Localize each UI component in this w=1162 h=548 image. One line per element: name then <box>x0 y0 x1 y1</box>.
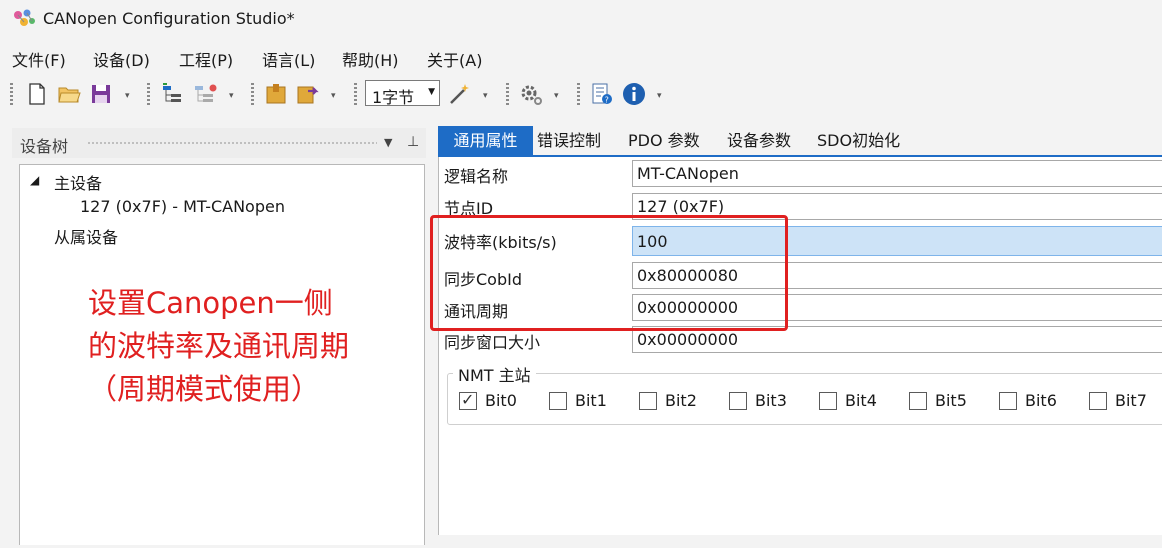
byte-size-value: 1字节 <box>372 88 415 107</box>
tree-item-slave[interactable]: 从属设备 <box>54 224 118 248</box>
save-icon[interactable] <box>89 82 113 106</box>
annotation-line: （周期模式使用） <box>88 372 321 406</box>
open-folder-icon[interactable] <box>57 82 81 106</box>
menu-project[interactable]: 工程(P) <box>179 47 233 71</box>
property-tabs: 通用属性 错误控制 PDO 参数 设备参数 SDO初始化 <box>438 126 1162 156</box>
remove-device-icon[interactable] <box>193 82 217 106</box>
menu-help[interactable]: 帮助(H) <box>342 47 399 71</box>
tree-item-master-node[interactable]: 127 (0x7F) - MT-CANopen <box>80 197 285 216</box>
checkbox-label: Bit3 <box>755 391 787 410</box>
checkbox-bit5[interactable] <box>909 392 927 410</box>
tree-item-master[interactable]: 主设备 <box>54 170 102 194</box>
save-dropdown-icon[interactable]: ▾ <box>125 91 130 101</box>
new-file-icon[interactable] <box>25 82 49 106</box>
checkbox-bit0[interactable]: ✓ <box>459 390 477 410</box>
tab-pdo[interactable]: PDO 参数 <box>628 126 700 156</box>
toolbar-grip[interactable] <box>10 83 13 107</box>
checkbox-bit6[interactable] <box>999 392 1017 410</box>
panel-drag-handle[interactable] <box>87 141 377 146</box>
collapse-toggle-icon[interactable]: ◢ <box>30 173 39 187</box>
checkbox-label: Bit7 <box>1115 391 1147 410</box>
pin-icon[interactable]: ⊥ <box>407 134 419 150</box>
byte-size-select[interactable]: 1字节 ▼ <box>365 80 440 107</box>
toolbar-grip[interactable] <box>251 83 254 107</box>
chevron-down-icon: ▼ <box>428 87 435 97</box>
checkbox-label: Bit1 <box>575 391 607 410</box>
import-icon[interactable] <box>264 82 288 106</box>
tab-error-control[interactable]: 错误控制 <box>537 126 601 156</box>
device-tree-header: 设备树 ▼ ⊥ <box>12 128 426 158</box>
label-logical-name: 逻辑名称 <box>444 167 509 186</box>
toolbar-grip[interactable] <box>506 83 509 107</box>
settings-gear-icon[interactable] <box>519 82 543 106</box>
checkbox-bit7[interactable] <box>1089 392 1107 410</box>
device-dropdown-icon[interactable]: ▾ <box>229 91 234 101</box>
app-logo-icon <box>14 9 35 26</box>
logical-name-field[interactable]: MT-CANopen <box>632 160 1162 187</box>
label-comm-cycle: 通讯周期 <box>444 302 509 321</box>
sync-window-field[interactable]: 0x00000000 <box>632 326 1162 353</box>
title-bar: CANopen Configuration Studio* <box>0 0 1162 40</box>
device-tree-title: 设备树 <box>20 137 69 156</box>
annotation-text: 设置Canopen一侧 的波特率及通讯周期 （周期模式使用） <box>88 282 408 411</box>
settings-dropdown-icon[interactable]: ▾ <box>554 91 559 101</box>
export-icon[interactable] <box>296 82 320 106</box>
panel-menu-icon[interactable]: ▼ <box>384 136 392 149</box>
checkbox-bit4[interactable] <box>819 392 837 410</box>
wand-dropdown-icon[interactable]: ▾ <box>483 91 488 101</box>
menu-language[interactable]: 语言(L) <box>262 47 315 71</box>
checkbox-label: Bit0 <box>485 391 517 410</box>
info-icon[interactable] <box>622 82 646 106</box>
svg-text:?: ? <box>605 95 609 104</box>
checkmark-icon: ✓ <box>461 390 475 409</box>
checkbox-bit2[interactable] <box>639 392 657 410</box>
sync-cobid-field[interactable]: 0x80000080 <box>632 262 1162 289</box>
checkbox-label: Bit5 <box>935 391 967 410</box>
checkbox-label: Bit6 <box>1025 391 1057 410</box>
window-title: CANopen Configuration Studio* <box>43 9 295 28</box>
checkbox-bit1[interactable] <box>549 392 567 410</box>
label-node-id: 节点ID <box>444 199 494 218</box>
node-id-field[interactable]: 127 (0x7F) <box>632 193 1162 220</box>
toolbar-grip[interactable] <box>147 83 150 107</box>
comm-cycle-field[interactable]: 0x00000000 <box>632 294 1162 321</box>
checkbox-label: Bit2 <box>665 391 697 410</box>
tab-general[interactable]: 通用属性 <box>438 126 533 156</box>
help-document-icon[interactable]: ? <box>590 82 614 106</box>
label-sync-window: 同步窗口大小 <box>444 333 541 352</box>
info-dropdown-icon[interactable]: ▾ <box>657 91 662 101</box>
checkbox-label: Bit4 <box>845 391 877 410</box>
label-sync-cobid: 同步CobId <box>444 270 522 289</box>
toolbar-grip[interactable] <box>577 83 580 107</box>
toolbar-grip[interactable] <box>354 83 357 107</box>
toolbar: ▾ ▾ ▾ 1字节 ▼ ▾ ▾ ? ▾ <box>0 78 1162 112</box>
tab-device-params[interactable]: 设备参数 <box>727 126 791 156</box>
export-dropdown-icon[interactable]: ▾ <box>331 91 336 101</box>
menu-about[interactable]: 关于(A) <box>427 47 482 71</box>
checkbox-bit3[interactable] <box>729 392 747 410</box>
annotation-line: 的波特率及通讯周期 <box>88 329 350 363</box>
menu-device[interactable]: 设备(D) <box>93 47 150 71</box>
nmt-master-title: NMT 主站 <box>453 362 536 386</box>
label-baud-rate: 波特率(kbits/s) <box>444 233 557 252</box>
add-device-icon[interactable] <box>161 82 185 106</box>
magic-wand-icon[interactable] <box>448 82 472 106</box>
tab-sdo-init[interactable]: SDO初始化 <box>817 126 900 156</box>
baud-rate-field[interactable]: 100 <box>632 226 1162 256</box>
menu-bar: 文件(F) 设备(D) 工程(P) 语言(L) 帮助(H) 关于(A) <box>0 44 1162 72</box>
menu-file[interactable]: 文件(F) <box>12 47 66 71</box>
annotation-line: 设置Canopen一侧 <box>88 286 333 320</box>
